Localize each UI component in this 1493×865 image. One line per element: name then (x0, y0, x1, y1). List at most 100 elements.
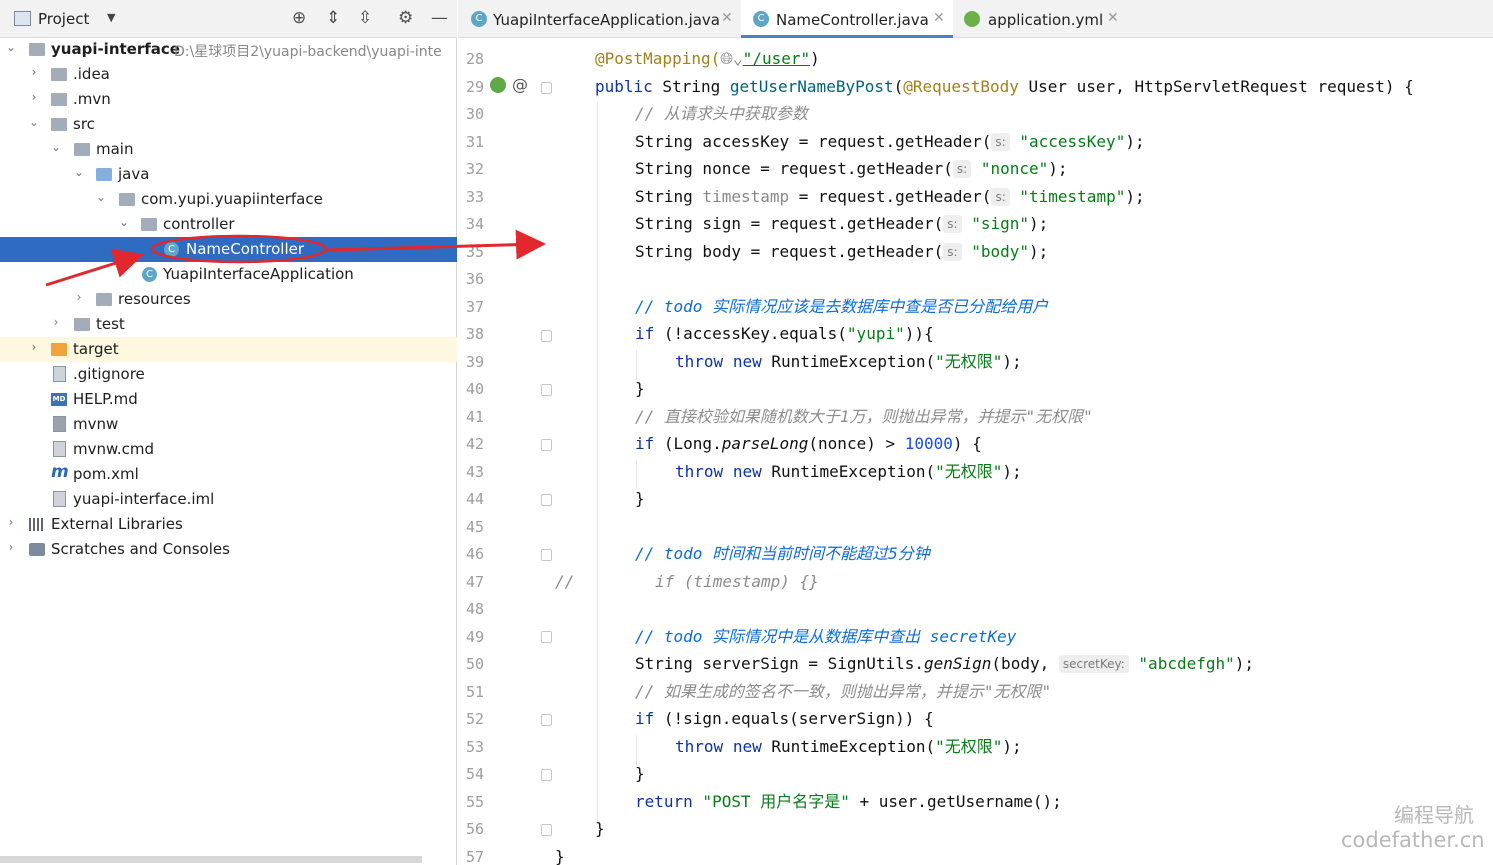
tree-item-namecontroller[interactable]: C NameController (0, 237, 457, 262)
tree-item-yuapi-interface[interactable]: ⌄ yuapi-interface D:\星球项目2\yuapi-backend… (0, 37, 457, 62)
code-line-50: String serverSign = SignUtils.genSign(bo… (635, 653, 1254, 675)
mapping-at-icon[interactable]: @ (512, 75, 528, 94)
tree-item-test[interactable]: › test (0, 312, 457, 337)
tree-item-mvnw-cmd[interactable]: mvnw.cmd (0, 437, 457, 462)
code-line-39: throw new RuntimeException("无权限"); (675, 351, 1022, 373)
chevron-right-icon[interactable]: › (50, 315, 62, 329)
gear-icon[interactable]: ⚙ (398, 8, 413, 28)
code-line-55: return "POST 用户名字是" + user.getUsername()… (635, 791, 1062, 813)
chevron-down-icon[interactable]: ⌄ (28, 115, 40, 129)
maven-icon: m (51, 462, 69, 482)
fold-marker[interactable] (541, 494, 552, 506)
code-line-41: // 直接校验如果随机数大于1万，则抛出异常，并提示"无权限" (635, 407, 1093, 426)
class-icon: C (164, 242, 179, 257)
chevron-down-icon[interactable]: ⌄ (95, 190, 107, 204)
code-line-32: String nonce = request.getHeader(s: "non… (635, 158, 1068, 180)
indent-guide (636, 460, 637, 490)
code-text: (body, (991, 654, 1059, 673)
indent-guide (636, 350, 637, 380)
module-folder-icon (29, 43, 45, 56)
chevron-down-icon[interactable]: ⌄ (118, 215, 130, 229)
tree-item-yuapiinterfaceapplication[interactable]: C YuapiInterfaceApplication (0, 262, 457, 287)
tree-item-idea[interactable]: › .idea (0, 62, 457, 87)
chevron-right-icon[interactable]: › (5, 515, 17, 529)
fold-marker[interactable] (541, 82, 552, 94)
code-text: RuntimeException( (761, 352, 936, 371)
tree-item-help-md[interactable]: MD HELP.md (0, 387, 457, 412)
chevron-right-icon[interactable]: › (28, 90, 40, 104)
fold-marker[interactable] (541, 714, 552, 726)
chevron-down-icon[interactable]: ⌄ (73, 165, 85, 179)
chevron-right-icon[interactable]: › (28, 65, 40, 79)
code-text: ); (1125, 187, 1145, 206)
tree-item-target[interactable]: › target (0, 337, 457, 362)
fold-marker[interactable] (541, 824, 552, 836)
class-icon: C (753, 11, 769, 27)
chevron-right-icon[interactable]: › (5, 540, 17, 554)
tab-yuapiinterfaceapplication[interactable]: C YuapiInterfaceApplication.java ✕ (458, 0, 741, 38)
tree-item-mvn[interactable]: › .mvn (0, 87, 457, 112)
editor-tabs: C YuapiInterfaceApplication.java ✕ C Nam… (458, 0, 1493, 38)
fold-marker[interactable] (541, 384, 552, 396)
code-line-37: // todo 实际情况应该是去数据库中查是否已分配给用户 (635, 296, 1048, 318)
line-number: 55 (466, 792, 485, 811)
line-number: 30 (466, 105, 485, 123)
code-line-40: } (635, 379, 645, 398)
locate-file-icon[interactable]: ⊕ (292, 8, 306, 28)
collapse-all-icon[interactable]: ⇳ (358, 8, 372, 28)
tree-item-gitignore[interactable]: .gitignore (0, 362, 457, 387)
code-line-43: throw new RuntimeException("无权限"); (675, 461, 1022, 483)
tree-item-resources[interactable]: › resources (0, 287, 457, 312)
line-number: 33 (466, 187, 485, 206)
keyword: new (732, 352, 762, 371)
tree-item-main[interactable]: ⌄ main (0, 137, 457, 162)
run-gutter-icon[interactable] (490, 77, 506, 93)
tab-namecontroller[interactable]: C NameController.java ✕ (741, 0, 953, 38)
tree-item-java[interactable]: ⌄ java (0, 162, 457, 187)
hide-panel-icon[interactable]: — (431, 8, 448, 28)
fold-marker[interactable] (541, 330, 552, 342)
chevron-down-icon[interactable]: ⌄ (50, 140, 62, 154)
string-literal: "body" (971, 242, 1029, 261)
parameter-hint: secretKey: (1058, 655, 1129, 673)
fold-marker[interactable] (541, 549, 552, 561)
tree-item-iml[interactable]: yuapi-interface.iml (0, 487, 457, 512)
chevron-down-icon[interactable]: ⌄ (5, 40, 17, 54)
fold-marker[interactable] (541, 631, 552, 643)
tree-item-scratches[interactable]: › Scratches and Consoles (0, 537, 457, 562)
tree-item-label: mvnw.cmd (73, 440, 155, 458)
tree-item-mvnw[interactable]: mvnw (0, 412, 457, 437)
todo-marker: todo (663, 627, 703, 646)
tree-item-pom-xml[interactable]: m pom.xml (0, 462, 457, 487)
tree-item-controller[interactable]: ⌄ controller (0, 212, 457, 237)
code-text: ); (1002, 352, 1022, 371)
expand-all-icon[interactable]: ⇕ (326, 8, 340, 28)
close-icon[interactable]: ✕ (721, 10, 733, 26)
chevron-down-icon[interactable]: ▼ (107, 11, 115, 24)
tree-item-package[interactable]: ⌄ com.yupi.yuapiinterface (0, 187, 457, 212)
chevron-right-icon[interactable]: › (28, 340, 40, 354)
tree-item-src[interactable]: ⌄ src (0, 112, 457, 137)
excluded-folder-icon (51, 343, 67, 356)
chevron-right-icon[interactable]: › (73, 290, 85, 304)
close-icon[interactable]: ✕ (933, 10, 945, 26)
tree-item-label: External Libraries (51, 515, 183, 533)
close-icon[interactable]: ✕ (1107, 10, 1119, 26)
code-text: (nonce) > (808, 434, 905, 453)
project-view-selector[interactable]: Project (38, 10, 89, 28)
spring-boot-class-icon: C (142, 267, 157, 282)
tab-application-yml[interactable]: application.yml ✕ (953, 0, 1128, 38)
string-literal: "nonce" (980, 159, 1049, 178)
keyword: new (732, 737, 762, 756)
tree-item-label: controller (163, 215, 235, 233)
code-text: RuntimeException( (761, 737, 936, 756)
comment: 实际情况中是从数据库中查出 secretKey (702, 627, 1017, 646)
horizontal-scrollbar[interactable] (0, 856, 422, 863)
tab-label: YuapiInterfaceApplication.java (493, 11, 720, 29)
fold-marker[interactable] (541, 439, 552, 451)
source-folder-icon (96, 168, 112, 181)
tree-item-label: main (96, 140, 134, 158)
tree-item-external-libraries[interactable]: › External Libraries (0, 512, 457, 537)
fold-marker[interactable] (541, 769, 552, 781)
code-text: String sign = request.getHeader( (635, 214, 944, 233)
